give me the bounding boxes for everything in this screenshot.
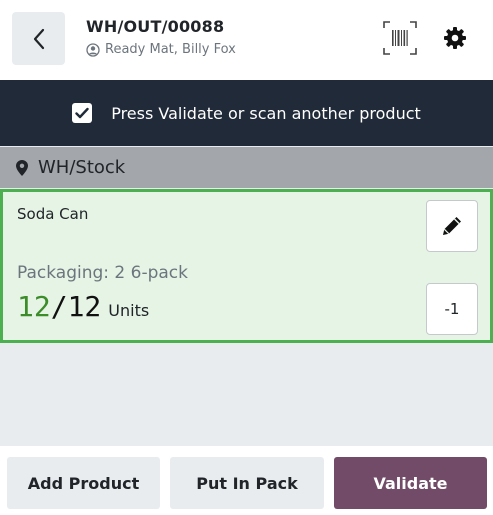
put-in-pack-button[interactable]: Put In Pack — [170, 457, 324, 509]
source-location[interactable]: WH/Stock — [0, 147, 493, 188]
barcode-scanner-icon — [383, 21, 417, 55]
top-bar: WH/OUT/00088 Ready Mat, Billy Fox — [0, 0, 493, 80]
chevron-left-icon — [33, 28, 44, 49]
quantity-display: 12 / 12 Units — [17, 290, 149, 323]
quantity-demand: 12 — [67, 290, 102, 323]
product-packaging: Packaging: 2 6-pack — [17, 263, 188, 283]
unit-of-measure: Units — [108, 301, 150, 320]
settings-button[interactable] — [441, 24, 469, 52]
picking-partner: Ready Mat, Billy Fox — [86, 42, 236, 57]
validated-checkbox — [72, 103, 93, 123]
decrement-quantity-button[interactable]: -1 — [426, 283, 478, 335]
status-banner: Press Validate or scan another product — [0, 80, 493, 146]
page-title: WH/OUT/00088 — [86, 17, 225, 36]
map-marker-icon — [16, 159, 28, 176]
action-bar: Add Product Put In Pack Validate — [0, 446, 493, 515]
edit-line-button[interactable] — [426, 200, 478, 252]
partner-name: Ready Mat, Billy Fox — [105, 42, 236, 57]
banner-message: Press Validate or scan another product — [111, 103, 421, 123]
barcode-scanner-button[interactable] — [382, 20, 418, 56]
check-icon — [75, 107, 89, 119]
validate-button[interactable]: Validate — [334, 457, 487, 509]
user-circle-icon — [86, 42, 100, 57]
quantity-separator: / — [50, 290, 68, 323]
add-product-button[interactable]: Add Product — [7, 457, 160, 509]
gear-icon — [444, 27, 466, 49]
product-line[interactable]: Soda Can Packaging: 2 6-pack 12 / 12 Uni… — [0, 189, 493, 343]
pencil-icon — [443, 217, 461, 235]
quantity-done: 12 — [17, 290, 51, 323]
location-name: WH/Stock — [38, 157, 126, 178]
back-button[interactable] — [12, 12, 65, 65]
product-name: Soda Can — [17, 205, 89, 223]
